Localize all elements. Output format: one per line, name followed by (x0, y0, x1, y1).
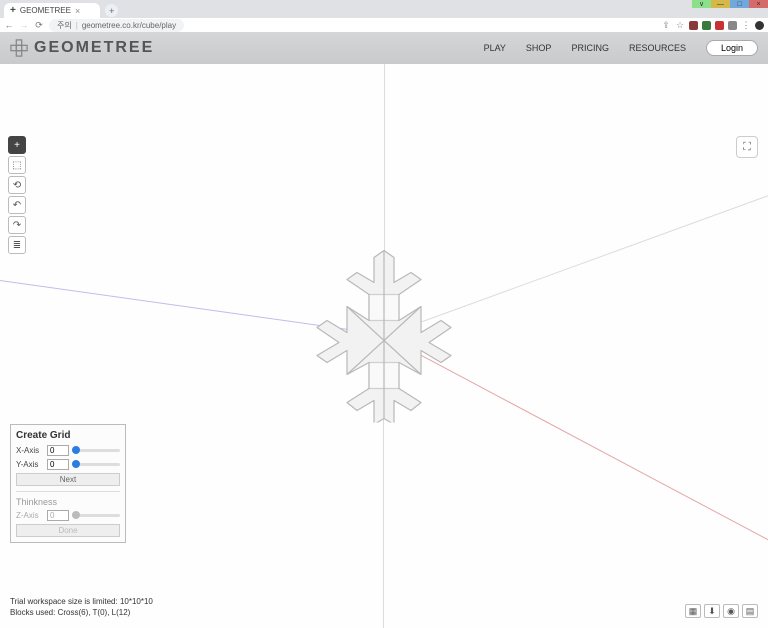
camera-icon: ◉ (727, 606, 735, 617)
thickness-title: Thinkness (16, 497, 120, 507)
y-axis-row: Y-Axis (16, 459, 120, 470)
forward-icon[interactable]: → (19, 20, 29, 30)
y-axis-label: Y-Axis (16, 460, 44, 469)
ext-icon-3[interactable] (715, 21, 724, 30)
browser-chrome: ∨ — □ × + GEOMETREE × + ← → ⟳ 주의 | geome… (0, 0, 768, 32)
expand-view-button[interactable]: ⛶ (736, 136, 758, 158)
star-icon[interactable]: ☆ (675, 20, 685, 31)
next-button[interactable]: Next (16, 473, 120, 486)
x-axis-slider[interactable] (72, 449, 120, 452)
nav-resources[interactable]: RESOURCES (629, 43, 686, 53)
plus-favicon-icon: + (10, 5, 16, 16)
window-controls: ∨ — □ × (692, 0, 768, 8)
list-tool[interactable]: ≣ (8, 236, 26, 254)
address-bar: ← → ⟳ 주의 | geometree.co.kr/cube/play ⇪ ☆… (0, 18, 768, 32)
panel-divider (16, 491, 120, 492)
url-separator: | (76, 21, 78, 30)
x-axis-row: X-Axis (16, 445, 120, 456)
window-keep-icon[interactable]: ∨ (692, 0, 711, 8)
layers-button[interactable]: ▤ (742, 604, 758, 618)
export-button[interactable]: ⬇ (704, 604, 720, 618)
app-header: GEOMETREE PLAY SHOP PRICING RESOURCES Lo… (0, 32, 768, 64)
add-tool[interactable]: + (8, 136, 26, 154)
login-button[interactable]: Login (706, 40, 758, 56)
left-toolbar: + ⬚ ⟲ ↶ ↷ ≣ (8, 136, 26, 254)
done-button[interactable]: Done (16, 524, 120, 537)
z-axis-input[interactable] (47, 510, 69, 521)
z-axis-slider[interactable] (72, 514, 120, 517)
z-axis-label: Z-Axis (16, 511, 44, 520)
window-min-icon[interactable]: — (711, 0, 730, 8)
select-tool[interactable]: ⬚ (8, 156, 26, 174)
slider-thumb-icon (72, 446, 80, 454)
ext-icon-2[interactable] (702, 21, 711, 30)
url-field[interactable]: 주의 | geometree.co.kr/cube/play (49, 19, 184, 32)
menu-dots-icon[interactable]: ⋮ (741, 20, 751, 31)
tab-title: GEOMETREE (20, 6, 71, 15)
rotate-tool[interactable]: ⟲ (8, 176, 26, 194)
tab-close-icon[interactable]: × (75, 6, 80, 16)
x-axis-input[interactable] (47, 445, 69, 456)
x-axis-label: X-Axis (16, 446, 44, 455)
panel-title: Create Grid (16, 430, 120, 441)
logo-icon (10, 39, 28, 57)
3d-viewport[interactable]: + ⬚ ⟲ ↶ ↷ ≣ ⛶ Create Grid X-Axis Y-Axis … (0, 64, 768, 628)
status-line-1: Trial workspace size is limited: 10*10*1… (10, 597, 153, 607)
reload-icon[interactable]: ⟳ (34, 20, 44, 31)
list-icon: ≣ (13, 240, 21, 251)
undo-icon: ↶ (13, 200, 21, 211)
brand-title: GEOMETREE (34, 39, 154, 57)
bottom-right-toolbar: ▦ ⬇ ◉ ▤ (685, 604, 758, 618)
selection-icon: ⬚ (12, 160, 21, 171)
ext-icon-1[interactable] (689, 21, 698, 30)
download-icon: ⬇ (708, 606, 716, 617)
redo-icon: ↷ (13, 220, 21, 231)
slider-thumb-icon (72, 511, 80, 519)
avatar-icon[interactable] (755, 21, 764, 30)
browser-tab[interactable]: + GEOMETREE × (4, 3, 100, 18)
z-axis-row: Z-Axis (16, 510, 120, 521)
y-axis-input[interactable] (47, 459, 69, 470)
status-line-2: Blocks used: Cross(6), T(0), L(12) (10, 608, 153, 618)
create-grid-panel: Create Grid X-Axis Y-Axis Next Thinkness… (10, 424, 126, 543)
model-object[interactable] (299, 242, 469, 427)
window-max-icon[interactable]: □ (730, 0, 749, 8)
url-text: geometree.co.kr/cube/play (82, 21, 176, 30)
security-badge: 주의 (57, 20, 72, 31)
undo-tool[interactable]: ↶ (8, 196, 26, 214)
redo-tool[interactable]: ↷ (8, 216, 26, 234)
status-footer: Trial workspace size is limited: 10*10*1… (10, 597, 153, 618)
expand-icon: ⛶ (743, 141, 751, 154)
share-icon[interactable]: ⇪ (661, 20, 671, 31)
slider-thumb-icon (72, 460, 80, 468)
back-icon[interactable]: ← (4, 20, 14, 30)
nav-play[interactable]: PLAY (484, 43, 506, 53)
tab-strip: + GEOMETREE × + (4, 3, 118, 18)
window-close-icon[interactable]: × (749, 0, 768, 8)
rotate-icon: ⟲ (13, 180, 21, 191)
layers-icon: ▤ (746, 606, 755, 617)
grid-icon: ▦ (689, 606, 698, 617)
new-tab-button[interactable]: + (105, 4, 118, 17)
plus-icon: + (14, 140, 20, 151)
nav-pricing[interactable]: PRICING (571, 43, 609, 53)
puzzle-icon[interactable] (728, 21, 737, 30)
snapshot-button[interactable]: ▦ (685, 604, 701, 618)
camera-button[interactable]: ◉ (723, 604, 739, 618)
nav-shop[interactable]: SHOP (526, 43, 552, 53)
extensions-row: ⇪ ☆ ⋮ (661, 20, 764, 31)
y-axis-slider[interactable] (72, 463, 120, 466)
